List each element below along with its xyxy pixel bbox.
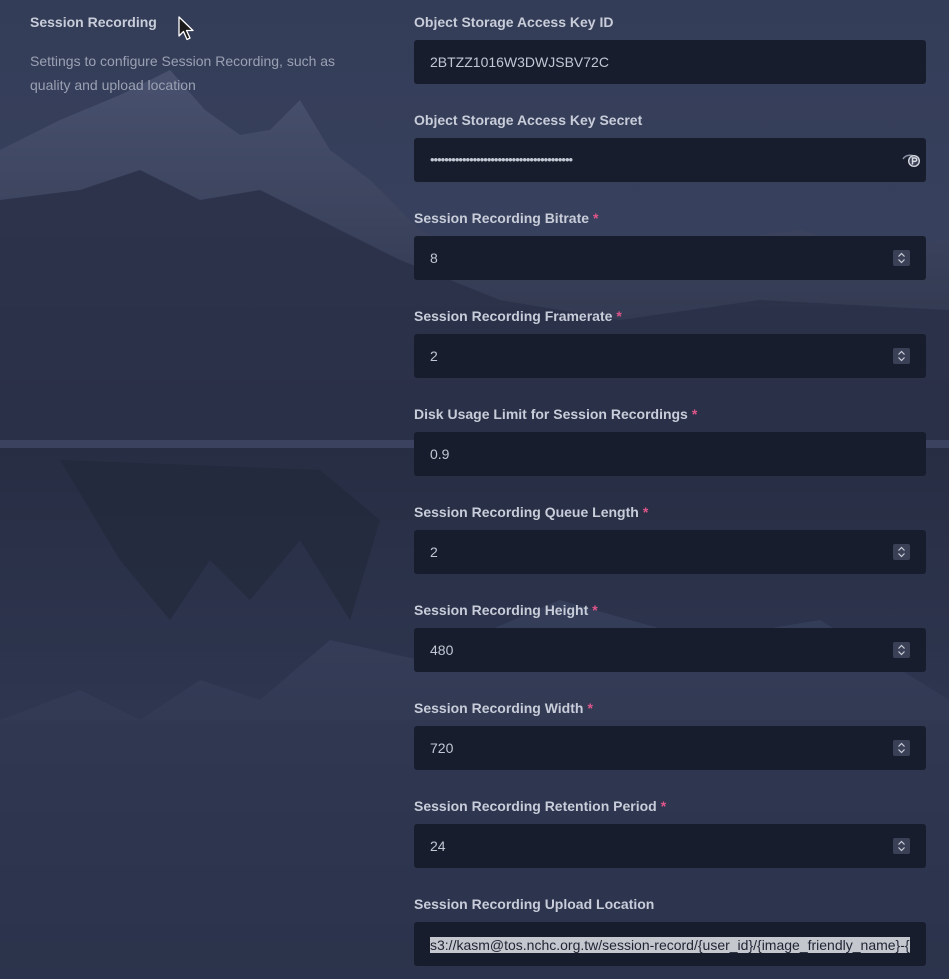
recording-height-box	[414, 628, 926, 672]
required-marker: *	[642, 504, 649, 520]
spin-stepper-icon[interactable]	[893, 250, 910, 266]
bitrate-box	[414, 236, 926, 280]
required-marker: *	[660, 798, 667, 814]
required-marker: *	[592, 602, 598, 618]
required-marker: *	[616, 308, 622, 324]
retention-period-box	[414, 824, 926, 868]
disk-usage-limit-box	[414, 432, 926, 476]
required-marker: *	[691, 406, 698, 422]
access-key-id-label: Object Storage Access Key ID	[414, 14, 614, 30]
recording-width-label: Session Recording Width *	[414, 700, 593, 716]
disk-usage-limit-label: Disk Usage Limit for Session Recordings *	[414, 406, 698, 422]
bitrate-input[interactable]	[414, 236, 884, 280]
recording-width-input[interactable]	[414, 726, 884, 770]
recording-height-input[interactable]	[414, 628, 884, 672]
access-key-id-box	[414, 40, 926, 84]
spin-stepper-icon[interactable]	[893, 642, 910, 658]
framerate-box	[414, 334, 926, 378]
access-key-secret-input[interactable]: ••••••••••••••••••••••••••••••••••••••••	[414, 138, 926, 182]
disk-usage-limit-input[interactable]	[414, 432, 926, 476]
retention-period-label: Session Recording Retention Period *	[414, 798, 667, 814]
required-marker: *	[587, 700, 593, 716]
access-key-secret-label: Object Storage Access Key Secret	[414, 112, 643, 128]
framerate-label: Session Recording Framerate *	[414, 308, 622, 324]
recording-height-label: Session Recording Height *	[414, 602, 598, 618]
upload-location-label: Session Recording Upload Location	[414, 896, 655, 912]
retention-period-input[interactable]	[414, 824, 884, 868]
spin-stepper-icon[interactable]	[893, 740, 910, 756]
upload-location-clip: s3://kasm@tos.nchc.org.tw/session-record…	[430, 922, 910, 966]
spin-stepper-icon[interactable]	[893, 348, 910, 364]
recording-width-box	[414, 726, 926, 770]
spin-stepper-icon[interactable]	[893, 544, 910, 560]
queue-length-input[interactable]	[414, 530, 884, 574]
access-key-secret-value: ••••••••••••••••••••••••••••••••••••••••	[430, 152, 573, 167]
eye-toggle-icon[interactable]	[902, 152, 922, 168]
queue-length-label: Session Recording Queue Length *	[414, 504, 649, 520]
access-key-id-input[interactable]	[414, 40, 926, 84]
required-marker: *	[593, 210, 599, 226]
queue-length-box	[414, 530, 926, 574]
framerate-input[interactable]	[414, 334, 884, 378]
mouse-pointer-icon	[178, 16, 196, 47]
spin-stepper-icon[interactable]	[893, 838, 910, 854]
bitrate-label: Session Recording Bitrate *	[414, 210, 599, 226]
upload-location-input[interactable]: s3://kasm@tos.nchc.org.tw/session-record…	[414, 922, 926, 966]
section-description: Settings to configure Session Recording,…	[30, 53, 336, 93]
section-title: Session Recording	[30, 14, 157, 30]
upload-location-value: s3://kasm@tos.nchc.org.tw/session-record…	[430, 937, 910, 953]
